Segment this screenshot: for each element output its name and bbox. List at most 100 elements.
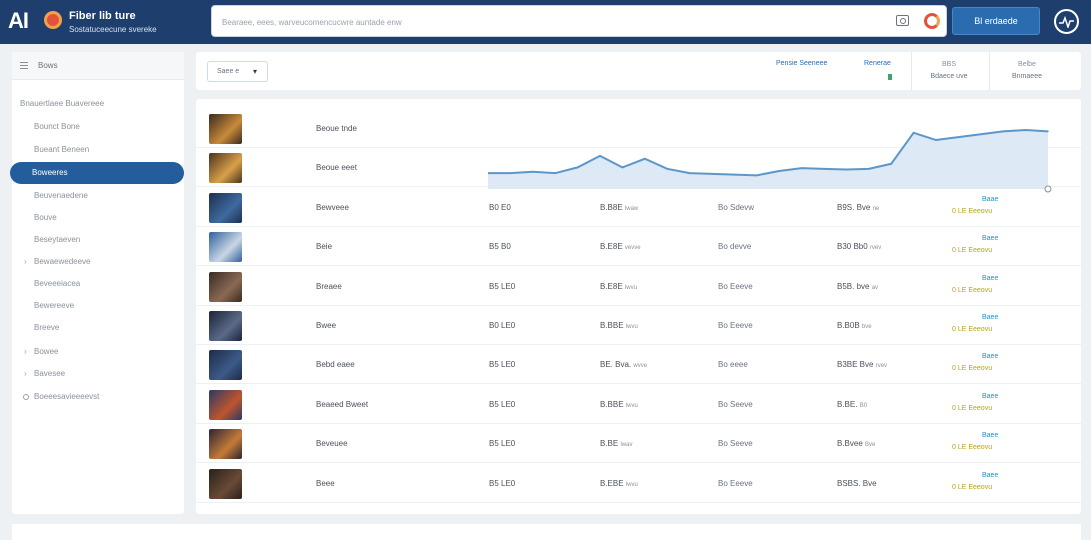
row-thumbnail[interactable] <box>209 350 242 381</box>
row-col-5: B.B0B bve <box>837 321 872 330</box>
sidebar-item-2[interactable]: Bueant Beneen <box>12 139 184 161</box>
status-badge[interactable]: Baee 0 LE Eeeovu <box>952 235 1012 259</box>
status-badge[interactable]: Baee 0 LE Eeeovu <box>952 314 1012 338</box>
table-row[interactable]: Bwee B0 LE0 B.BBE lwvu Bo Eeeve B.B0B bve Bae… <box>196 306 1081 345</box>
row-name-text: Bwee <box>316 321 337 330</box>
stat-box-2-top: Belbe <box>1018 61 1036 68</box>
filter-link-1[interactable]: Pensie Seeneee <box>776 60 827 67</box>
sidebar-item-label: Boeeesavieeeevst <box>34 392 100 401</box>
row-thumbnail[interactable] <box>209 468 242 499</box>
chart-point <box>845 168 848 171</box>
sidebar-item-4[interactable]: Beuvenaedene <box>12 185 184 207</box>
lens-search-icon[interactable] <box>924 13 940 29</box>
chevron-right-icon: › <box>24 257 27 266</box>
row-col-4: Bo devve <box>718 242 751 251</box>
sidebar-item-12[interactable]: › Bavesee <box>12 363 184 385</box>
status-bottom: 0 LE Eeeovu <box>952 247 993 255</box>
chart-point <box>576 166 579 169</box>
chart-point <box>868 168 870 170</box>
sidebar-item-3[interactable]: Boweeres <box>10 162 184 184</box>
row-name: Beoue tnde <box>316 124 357 133</box>
row-col-3: B.EBE lwvu <box>600 479 638 488</box>
sidebar-item-13[interactable]: Boeeesavieeeevst <box>12 386 184 408</box>
row-col-5: B.Bvee Bve <box>837 439 875 448</box>
table-row[interactable]: Bebd eaee B5 LE0 BE. Bva. wvve Bo eeee B3BE … <box>196 345 1081 385</box>
row-col-5-sub: Bve <box>865 442 876 449</box>
row-thumbnail[interactable] <box>209 153 242 184</box>
status-bottom: 0 LE Eeeovu <box>952 444 993 452</box>
row-col-3: B.BE lwav <box>600 439 632 448</box>
status-badge[interactable]: Baee 0 LE Eeeovu <box>952 353 1012 377</box>
row-thumbnail[interactable] <box>209 389 242 420</box>
table-row[interactable]: Beie B5 B0 B.E8E vevve Bo devve B30 Bb0 rvev… <box>196 227 1081 267</box>
status-badge[interactable]: Baee 0 LE Eeeovu <box>952 275 1012 299</box>
status-badge[interactable]: Baae 0 LE Eeeovu <box>952 196 1012 220</box>
chart-point <box>554 172 556 174</box>
stat-box-2[interactable]: Belbe Bnmaeee <box>989 52 1063 90</box>
status-top: Baae <box>982 195 999 203</box>
sidebar-item-6[interactable]: Beseytaeven <box>12 229 184 251</box>
app-logo: AI <box>8 8 29 33</box>
sidebar-item-9[interactable]: Bewereeve <box>12 295 184 317</box>
row-col-5: B30 Bb0 rvev <box>837 242 881 251</box>
status-badge[interactable]: Baee 0 LE Eeeovu <box>952 432 1012 456</box>
row-col-4-text: Bo Seeve <box>718 399 753 409</box>
sidebar-item-8[interactable]: Beveeeiacea <box>12 273 184 295</box>
menu-icon[interactable] <box>20 62 28 69</box>
sidebar-item-11[interactable]: › Bowee <box>12 341 184 363</box>
row-thumbnail[interactable] <box>209 429 242 460</box>
row-thumbnail[interactable] <box>209 232 242 263</box>
status-top: Baee <box>982 432 999 440</box>
search-bar[interactable] <box>211 5 947 37</box>
row-thumbnail[interactable] <box>209 114 242 144</box>
header-action-button[interactable]: Bl erdaede <box>952 7 1040 35</box>
activity-icon[interactable] <box>1054 9 1079 34</box>
sidebar-item-5[interactable]: Bouve <box>12 207 184 229</box>
table-row[interactable]: Bewveee B0 E0 B.B8E lwaw Bo Sdevw B9S. Bve n… <box>196 188 1081 227</box>
table-row[interactable]: Breaee B5 LE0 B.E8E lwvu Bo Eeeve B5B. bve a… <box>196 267 1081 306</box>
status-badge[interactable]: Baee 0 LE Eeeovu <box>952 472 1012 496</box>
status-bottom: 0 LE Eeeovu <box>952 207 993 215</box>
row-col-3: B.BBE lwvu <box>600 321 638 330</box>
sidebar-item-7[interactable]: › Bewaewedeeve <box>12 251 184 273</box>
row-col-3: B.B8E lwaw <box>600 203 638 212</box>
row-col-4-text: Bo Eeeve <box>718 478 753 488</box>
row-col-2: B5 LE0 <box>489 400 515 409</box>
camera-icon[interactable] <box>896 15 909 26</box>
chart-point <box>800 167 803 169</box>
row-col-3-sub: lwvu <box>625 402 638 409</box>
sidebar-header-label: Bows <box>38 61 58 70</box>
stat-box-1[interactable]: BBS Bdaece uve <box>911 52 985 90</box>
row-thumbnail[interactable] <box>209 192 242 223</box>
sidebar-item-10[interactable]: Breeve <box>12 317 184 339</box>
row-col-2: B5 LE0 <box>489 360 515 369</box>
row-name-text: Beoue tnde <box>316 124 357 133</box>
row-col-3-text: B.BBE <box>600 321 624 330</box>
row-col-4: Bo Eeeve <box>718 479 753 488</box>
row-col-5-sub: rvev <box>869 245 882 252</box>
row-col-2: B5 LE0 <box>489 439 515 448</box>
status-badge[interactable]: Baee 0 LE Eeeovu <box>952 393 1012 417</box>
row-col-5: B5B. bve av <box>837 282 878 291</box>
row-thumbnail[interactable] <box>209 311 242 341</box>
chart-point <box>912 132 915 134</box>
chart-point <box>980 133 982 136</box>
filter-link-2[interactable]: Renerae <box>864 60 891 67</box>
table-row[interactable]: Beee B5 LE0 B.EBE lwvu Bo Eeeve BSBS. Bve Ba… <box>196 464 1081 503</box>
row-col-5: B9S. Bve ne <box>837 203 879 212</box>
status-bottom: 0 LE Eeeovu <box>952 286 993 294</box>
chart-point <box>756 174 758 177</box>
sidebar-header[interactable]: Bows <box>12 52 184 80</box>
search-input[interactable] <box>222 14 882 30</box>
sidebar-item-1[interactable]: Bounct Bone <box>12 116 184 138</box>
table-row[interactable]: Beveuee B5 LE0 B.BE lwav Bo Seeve B.Bvee Bve… <box>196 424 1081 464</box>
row-col-3-sub: lwvu <box>625 324 638 330</box>
row-col-2: B5 B0 <box>489 242 511 251</box>
filter-select[interactable]: Saee e ▾ <box>207 61 268 82</box>
row-col-2-text: B0 LE0 <box>489 321 516 330</box>
row-thumbnail[interactable] <box>209 271 242 302</box>
trend-chart <box>488 128 1052 193</box>
sidebar-item-0[interactable]: Bnauertlaee Buavereee <box>12 93 184 115</box>
table-row[interactable]: Beaeed Bweet B5 LE0 B.BBE lwvu Bo Seeve B.BE… <box>196 385 1081 424</box>
row-col-3: B.E8E vevve <box>600 242 641 251</box>
